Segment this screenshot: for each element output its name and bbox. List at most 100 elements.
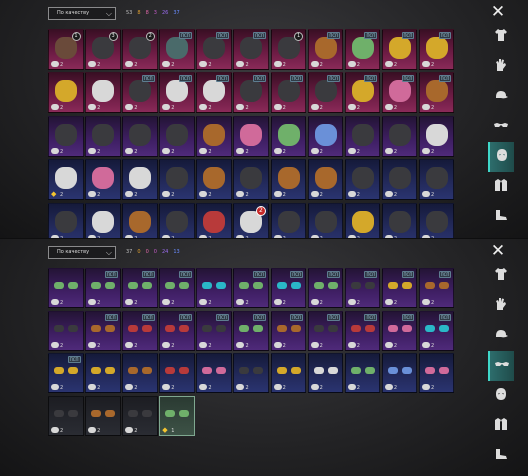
inventory-slot[interactable]: 2	[85, 202, 121, 238]
inventory-slot[interactable]: 2 ПСП	[85, 310, 121, 351]
inventory-slot[interactable]: 2	[233, 159, 269, 201]
inventory-slot[interactable]: 2	[344, 202, 381, 238]
inventory-slot[interactable]: 2	[270, 115, 307, 157]
inventory-slot[interactable]: 2 ПСП	[270, 268, 307, 308]
inventory-slot[interactable]: 2 ПСП	[233, 310, 269, 351]
category-tab-shoe[interactable]	[488, 441, 514, 471]
close-button[interactable]: ✕	[488, 2, 508, 22]
inventory-slot[interactable]: 2	[159, 115, 195, 157]
inventory-slot[interactable]: 2	[270, 202, 307, 238]
inventory-slot[interactable]: 2 ПСП	[307, 310, 344, 351]
inventory-slot[interactable]: 2	[233, 115, 269, 157]
inventory-slot[interactable]: 2 ПСП	[196, 72, 232, 114]
inventory-slot[interactable]: 2	[48, 202, 84, 238]
inventory-slot[interactable]: 2	[307, 353, 344, 394]
inventory-slot[interactable]: 2	[307, 159, 344, 201]
inventory-slot[interactable]: 2 ПСП	[418, 72, 455, 114]
sort-dropdown[interactable]: По качеству ⌵	[48, 6, 116, 20]
category-tab-glove[interactable]	[488, 52, 514, 82]
inventory-slot[interactable]: 2 ПСП	[381, 29, 418, 70]
inventory-slot[interactable]: 2	[196, 202, 232, 238]
inventory-slot[interactable]: 2	[196, 353, 232, 394]
inventory-slot[interactable]: 2	[196, 159, 232, 201]
inventory-slot[interactable]: 2 ПСП	[418, 29, 455, 70]
inventory-slot[interactable]: 2 ПСП	[344, 72, 381, 114]
inventory-slot[interactable]: 2	[270, 353, 307, 394]
inventory-slot[interactable]: ◆ 1	[159, 395, 195, 436]
inventory-slot[interactable]: 2 ПСП	[85, 268, 121, 308]
inventory-slot[interactable]: 2 ПСП	[196, 310, 232, 351]
inventory-slot[interactable]: 2	[418, 353, 455, 394]
inventory-slot[interactable]: 2	[418, 202, 455, 238]
inventory-slot[interactable]: 2 ПСП	[196, 29, 232, 70]
inventory-slot[interactable]: 2 ПСП	[418, 268, 455, 308]
inventory-slot[interactable]: 2 ПСП	[418, 310, 455, 351]
inventory-slot[interactable]: 2	[48, 72, 84, 114]
category-tab-tshirt[interactable]	[488, 22, 514, 52]
category-tab-mask[interactable]	[488, 381, 514, 411]
inventory-slot[interactable]: ◆ 2	[48, 159, 84, 201]
inventory-slot[interactable]: 2 ПСП	[344, 29, 381, 70]
category-tab-tshirt[interactable]	[488, 261, 514, 291]
inventory-slot[interactable]: 2	[307, 202, 344, 238]
inventory-slot[interactable]: 2 ПСП	[122, 72, 158, 114]
inventory-slot[interactable]: 2	[159, 159, 195, 201]
inventory-slot[interactable]: 2	[233, 353, 269, 394]
inventory-slot[interactable]: 2 ПСП	[307, 29, 344, 70]
inventory-slot[interactable]: 2	[85, 395, 121, 436]
category-tab-glasses[interactable]	[488, 112, 514, 142]
inventory-slot[interactable]: 2 ПСП	[344, 310, 381, 351]
inventory-slot[interactable]: 2	[418, 115, 455, 157]
inventory-slot[interactable]: 2	[381, 202, 418, 238]
category-tab-mask[interactable]	[488, 142, 514, 172]
inventory-slot[interactable]: 2	[122, 115, 158, 157]
inventory-slot[interactable]: 2	[122, 353, 158, 394]
inventory-slot[interactable]: 2	[270, 159, 307, 201]
inventory-slot[interactable]: 2	[196, 115, 232, 157]
inventory-slot[interactable]: 2	[85, 353, 121, 394]
inventory-slot[interactable]: 2	[159, 202, 195, 238]
inventory-slot[interactable]: 2 ПСП	[159, 268, 195, 308]
inventory-slot[interactable]: 2	[48, 395, 84, 436]
inventory-slot[interactable]: 2	[381, 115, 418, 157]
category-tab-shoe[interactable]	[488, 202, 514, 232]
category-tab-jacket[interactable]	[488, 411, 514, 441]
category-tab-glasses[interactable]	[488, 351, 514, 381]
inventory-slot[interactable]: 2	[122, 395, 158, 436]
inventory-slot[interactable]: 2 ПСП	[270, 72, 307, 114]
inventory-slot[interactable]: 2	[344, 353, 381, 394]
inventory-slot[interactable]: 2 ПСП	[159, 72, 195, 114]
inventory-slot[interactable]: 2 ПСП	[381, 268, 418, 308]
sort-dropdown[interactable]: По качеству ⌵	[48, 245, 116, 259]
inventory-slot[interactable]: 2 ПСП	[48, 353, 84, 394]
inventory-slot[interactable]: 2 ПСП	[270, 310, 307, 351]
inventory-slot[interactable]: 2	[48, 268, 84, 308]
inventory-slot[interactable]: 2 ПСП	[307, 72, 344, 114]
inventory-slot[interactable]: 2 ПСП	[307, 268, 344, 308]
category-tab-cap[interactable]	[488, 82, 514, 112]
inventory-slot[interactable]: 2 ПСП	[381, 310, 418, 351]
inventory-slot[interactable]: 23	[85, 29, 121, 70]
inventory-slot[interactable]: 21	[270, 29, 307, 70]
inventory-slot[interactable]: 2	[159, 353, 195, 394]
inventory-slot[interactable]: 2 ПСП	[381, 72, 418, 114]
inventory-slot[interactable]: 2	[381, 353, 418, 394]
inventory-slot[interactable]: 2 ПСП	[233, 72, 269, 114]
category-tab-glove[interactable]	[488, 291, 514, 321]
inventory-slot[interactable]: 2	[122, 202, 158, 238]
close-button[interactable]: ✕	[488, 241, 508, 261]
category-tab-jacket[interactable]	[488, 172, 514, 202]
inventory-slot[interactable]: 2	[381, 159, 418, 201]
inventory-slot[interactable]: 2	[85, 115, 121, 157]
inventory-slot[interactable]: 2 ПСП	[122, 310, 158, 351]
inventory-slot[interactable]: 2	[196, 268, 232, 308]
inventory-slot[interactable]: 2 ПСП	[344, 268, 381, 308]
inventory-slot[interactable]: 2 ПСП	[159, 29, 195, 70]
inventory-slot[interactable]: 21	[48, 29, 84, 70]
inventory-slot[interactable]: 2	[48, 115, 84, 157]
inventory-slot[interactable]: 2	[122, 159, 158, 201]
inventory-slot[interactable]: 2	[418, 159, 455, 201]
inventory-slot[interactable]: 2 ПСП	[233, 268, 269, 308]
inventory-slot[interactable]: 2	[85, 159, 121, 201]
category-tab-cap[interactable]	[488, 321, 514, 351]
